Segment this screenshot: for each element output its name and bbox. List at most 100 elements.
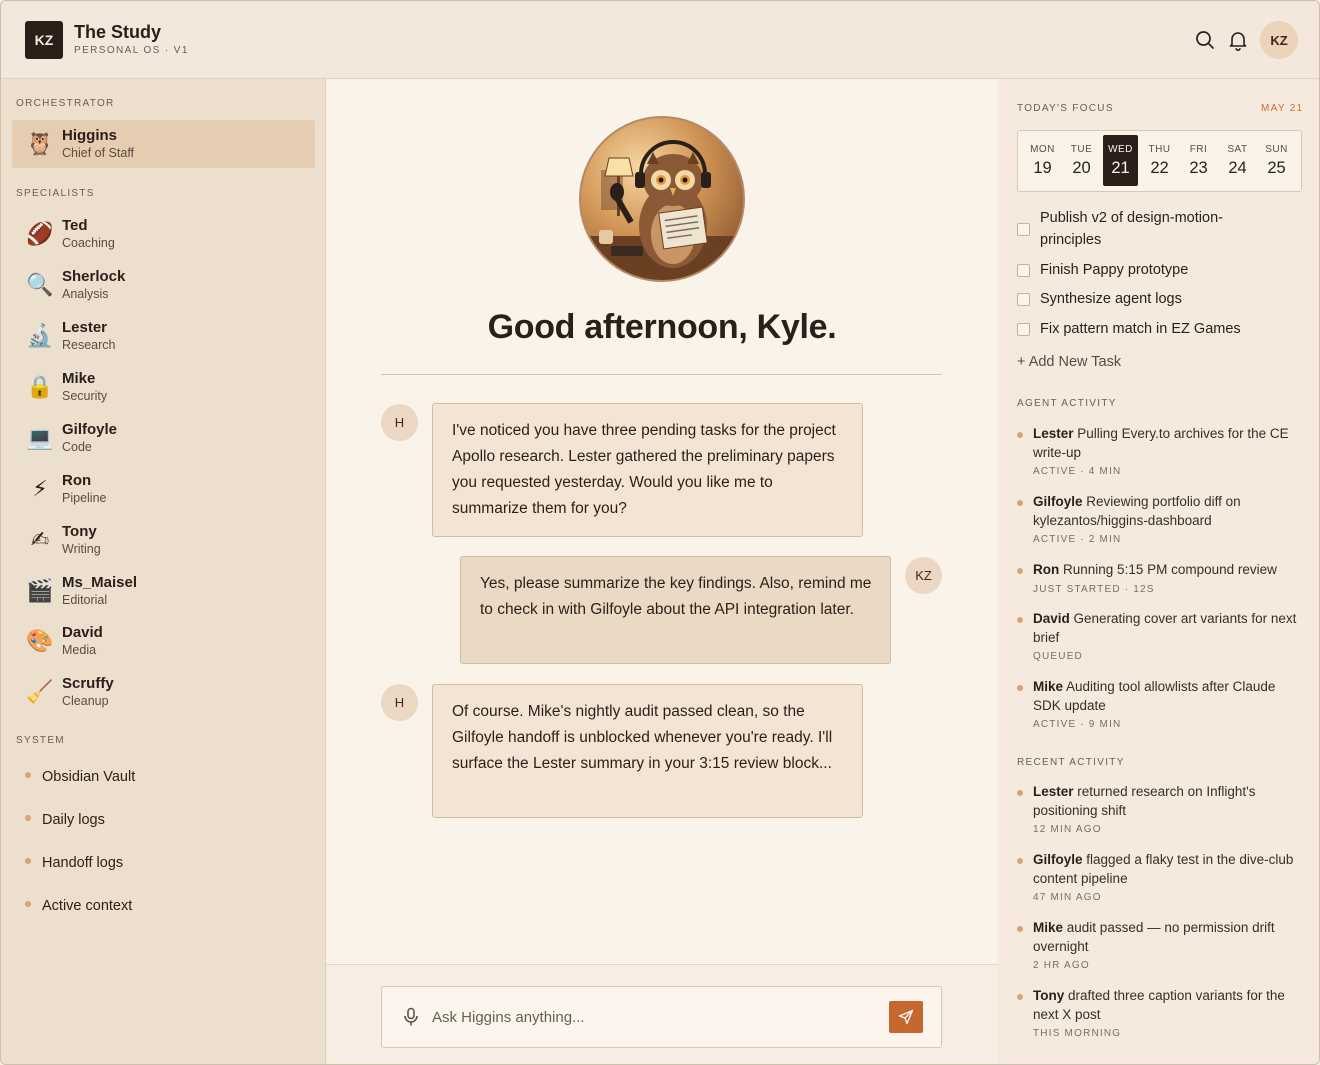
send-icon [898, 1009, 914, 1025]
day-number: 25 [1267, 159, 1286, 177]
day-number: 23 [1189, 159, 1208, 177]
day-number: 24 [1228, 159, 1247, 177]
day-thu[interactable]: THU 22 [1142, 135, 1177, 186]
agent-role: Analysis [62, 287, 109, 301]
sidebar-item-ted[interactable]: 🏈 Ted Coaching [12, 210, 315, 258]
task-label: Synthesize agent logs [1040, 291, 1182, 307]
sidebar-item-lester[interactable]: 🔬 Lester Research [12, 312, 315, 360]
sidebar-item-ron[interactable]: ⚡ Ron Pipeline [12, 465, 315, 513]
sidebar-item-handoff-logs[interactable]: Handoff logs [25, 855, 123, 871]
day-name: WED [1108, 144, 1133, 155]
bullet-dot [1017, 617, 1023, 623]
greeting-heading: Good afternoon, Kyle. [487, 308, 837, 346]
activity-meta: QUEUED [1033, 651, 1083, 662]
sidebar-item-ms-maisel[interactable]: 🎬 Ms_Maisel Editorial [12, 567, 315, 615]
day-tue[interactable]: TUE 20 [1064, 135, 1099, 186]
assistant-message: Of course. Mike's nightly audit passed c… [432, 684, 863, 818]
day-number: 20 [1072, 159, 1091, 177]
owl-icon: 🦉 [26, 131, 54, 156]
app-title: The Study [74, 22, 162, 42]
day-mon[interactable]: MON 19 [1025, 135, 1060, 186]
task-checkbox[interactable] [1017, 264, 1030, 277]
agent-name: Higgins [62, 127, 117, 144]
sidebar-item-gilfoyle[interactable]: 💻 Gilfoyle Code [12, 414, 315, 462]
send-button[interactable] [889, 1001, 923, 1033]
right-panel: TODAY'S FOCUS MAY 21 MON 19 TUE 20 WED 21 T… [998, 79, 1319, 1064]
activity-agent: Lester [1033, 784, 1074, 799]
writing-hand-icon: ✍ [30, 527, 50, 552]
day-name: SUN [1265, 144, 1288, 155]
agent-role: Security [62, 389, 108, 403]
agent-name: Ted [62, 217, 88, 234]
activity-agent: Mike [1033, 920, 1064, 935]
system-item-label: Active context [42, 898, 133, 914]
day-sat[interactable]: SAT 24 [1220, 135, 1255, 186]
activity-agent: Gilfoyle [1033, 852, 1083, 867]
add-task-button[interactable]: + Add New Task [1017, 354, 1121, 370]
bullet-dot [1017, 790, 1023, 796]
sidebar-item-sherlock[interactable]: 🔍 Sherlock Analysis [12, 261, 315, 309]
day-number: 22 [1150, 159, 1169, 177]
owl-illustration [581, 118, 743, 280]
bullet-dot [25, 815, 31, 822]
bullet-dot [1017, 926, 1023, 932]
task-item[interactable]: Publish v2 of design-motion-principles [1017, 207, 1307, 251]
bullet-dot [1017, 500, 1023, 506]
activity-agent: Ron [1033, 562, 1060, 577]
sidebar-item-scruffy[interactable]: 🧹 Scruffy Cleanup [12, 668, 315, 716]
user-message: Yes, please summarize the key findings. … [460, 556, 891, 664]
specialists-label: SPECIALISTS [16, 188, 95, 199]
day-fri[interactable]: FRI 23 [1181, 135, 1216, 186]
task-item[interactable]: Fix pattern match in EZ Games [1017, 318, 1307, 340]
activity-text: Auditing tool allowlists after Claude SD… [1033, 679, 1276, 713]
sidebar-item-higgins[interactable]: 🦉 Higgins Chief of Staff [12, 120, 315, 168]
activity-agent: Mike [1033, 679, 1064, 694]
palette-icon: 🎨 [26, 628, 54, 653]
agent-name: Tony [62, 523, 97, 540]
activity-agent: Tony [1033, 988, 1065, 1003]
bullet-dot [1017, 432, 1023, 438]
bell-icon[interactable] [1227, 29, 1249, 51]
app-subtitle: PERSONAL OS · V1 [74, 45, 189, 56]
bullet-dot [25, 901, 31, 908]
search-icon[interactable] [1194, 29, 1216, 51]
sidebar-item-obsidian-vault[interactable]: Obsidian Vault [25, 769, 135, 785]
activity-agent: Gilfoyle [1033, 494, 1083, 509]
agent-name: Mike [62, 370, 96, 387]
system-label: SYSTEM [16, 735, 65, 746]
sidebar-item-active-context[interactable]: Active context [25, 898, 132, 914]
higgins-portrait [579, 116, 745, 282]
chat-input[interactable] [432, 1005, 872, 1029]
task-checkbox[interactable] [1017, 223, 1030, 236]
sidebar-item-mike[interactable]: 🔒 Mike Security [12, 363, 315, 411]
agent-name: Ms_Maisel [62, 574, 138, 591]
clapper-icon: 🎬 [26, 578, 54, 603]
lock-icon: 🔒 [26, 374, 54, 399]
broom-icon: 🧹 [26, 679, 54, 704]
agent-role: Editorial [62, 593, 108, 607]
day-sun[interactable]: SUN 25 [1259, 135, 1294, 186]
task-item[interactable]: Synthesize agent logs [1017, 288, 1307, 310]
day-wed[interactable]: WED 21 [1103, 135, 1138, 186]
agent-activity-label: AGENT ACTIVITY [1017, 398, 1117, 409]
sidebar-item-daily-logs[interactable]: Daily logs [25, 812, 105, 828]
bullet-dot [1017, 685, 1023, 691]
activity-text: Generating cover art variants for next b… [1033, 611, 1297, 645]
day-name: TUE [1070, 144, 1093, 155]
activity-text: Running 5:15 PM compound review [1063, 562, 1277, 577]
microphone-icon[interactable] [402, 1007, 420, 1027]
sidebar-item-tony[interactable]: ✍ Tony Writing [12, 516, 315, 564]
agent-role: Pipeline [62, 491, 107, 505]
agent-name: Scruffy [62, 675, 114, 692]
agent-role: Media [62, 643, 97, 657]
recent-activity-label: RECENT ACTIVITY [1017, 757, 1125, 768]
composer-area [326, 964, 998, 1064]
sidebar-item-david[interactable]: 🎨 David Media [12, 617, 315, 665]
task-item[interactable]: Finish Pappy prototype [1017, 259, 1307, 281]
activity-meta: 12 MIN AGO [1033, 824, 1102, 835]
user-avatar[interactable]: KZ [1260, 21, 1298, 59]
agent-role: Coaching [62, 236, 115, 250]
task-checkbox[interactable] [1017, 293, 1030, 306]
activity-meta: ACTIVE · 9 MIN [1033, 719, 1122, 730]
task-checkbox[interactable] [1017, 323, 1030, 336]
